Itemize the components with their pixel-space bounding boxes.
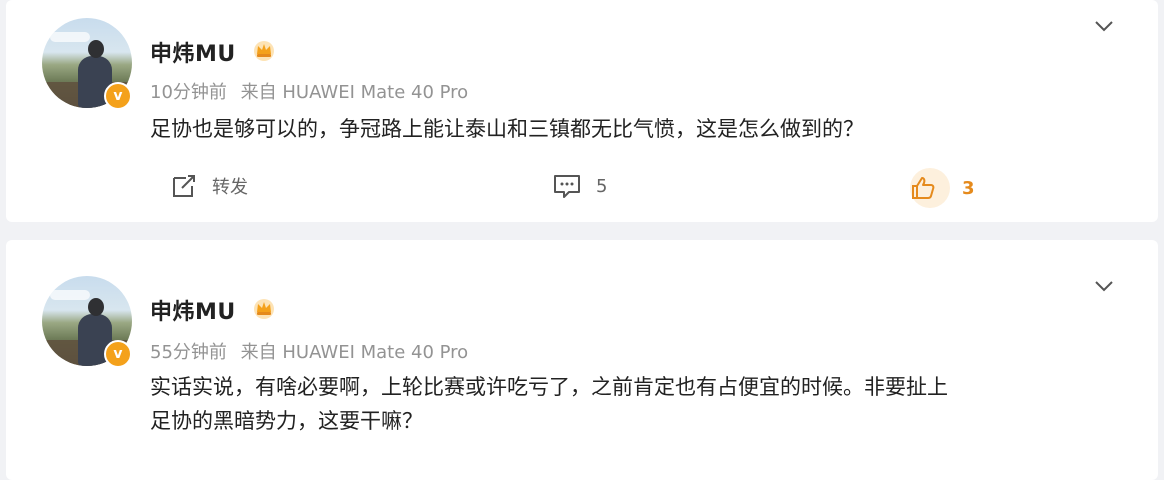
post-content: 实话实说，有啥必要啊，上轮比赛或许吃亏了，之前肯定也有占便宜的时候。非要扯上 足… — [150, 370, 1130, 438]
avatar-person-head — [88, 40, 104, 58]
post-source: 来自 HUAWEI Mate 40 Pro — [240, 342, 469, 363]
post-time[interactable]: 10分钟前 — [150, 82, 227, 103]
crown-icon — [254, 41, 274, 61]
chevron-down-icon[interactable] — [1093, 279, 1115, 293]
repost-label: 转发 — [212, 177, 248, 198]
like-button[interactable]: 3 — [910, 168, 975, 208]
post-source: 来自 HUAWEI Mate 40 Pro — [240, 82, 469, 103]
avatar-cloud — [50, 32, 90, 42]
crown-icon — [254, 299, 274, 319]
post-content-line-1: 实话实说，有啥必要啊，上轮比赛或许吃亏了，之前肯定也有占便宜的时候。非要扯上 — [150, 375, 948, 399]
repost-icon — [173, 175, 195, 197]
avatar-person-head — [88, 298, 104, 316]
like-count: 3 — [962, 177, 975, 199]
post-time[interactable]: 55分钟前 — [150, 342, 227, 363]
like-icon — [912, 177, 935, 199]
username[interactable]: 申炜MU — [150, 294, 236, 326]
repost-button[interactable]: 转发 — [170, 172, 248, 200]
verified-badge-icon: v — [104, 82, 132, 110]
comment-icon — [554, 175, 580, 198]
avatar-cloud — [50, 290, 90, 300]
chevron-down-icon[interactable] — [1093, 19, 1115, 33]
comment-button[interactable]: 5 — [552, 172, 607, 200]
verified-badge-icon: v — [104, 340, 132, 368]
post-meta: 55分钟前 来自 HUAWEI Mate 40 Pro — [150, 338, 476, 364]
comment-count: 5 — [596, 175, 608, 197]
post-content-line-2: 足协的黑暗势力，这要干嘛？ — [150, 409, 423, 433]
post-meta: 10分钟前 来自 HUAWEI Mate 40 Pro — [150, 78, 476, 104]
post-content: 足协也是够可以的，争冠路上能让泰山和三镇都无比气愤，这是怎么做到的？ — [150, 117, 864, 141]
username[interactable]: 申炜MU — [150, 36, 236, 68]
like-icon-bubble — [910, 168, 950, 208]
